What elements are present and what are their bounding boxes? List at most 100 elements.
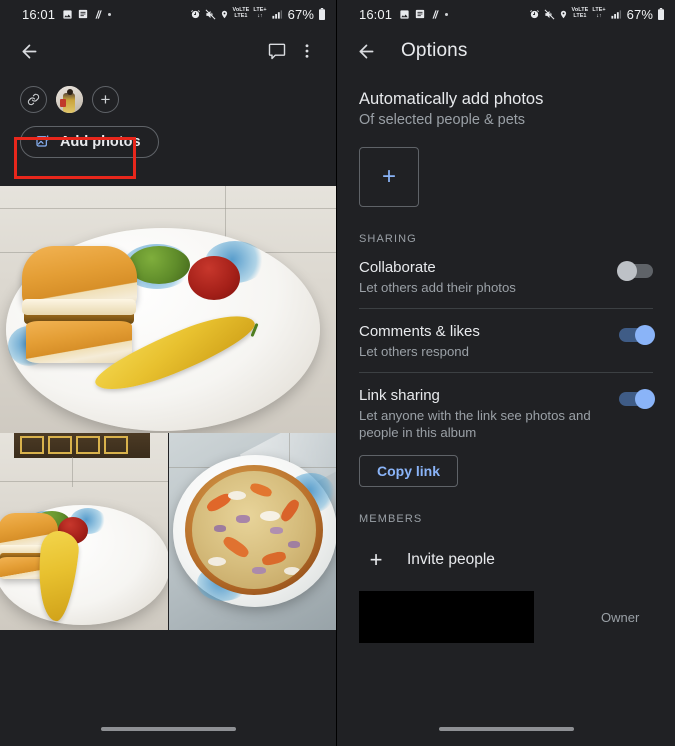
options-screen: 16:01 VoLTE LTE1 LTE+ ↓↑ 67% Options Aut… [337, 0, 675, 746]
collaborate-toggle[interactable] [617, 261, 653, 281]
battery-percent: 67% [287, 6, 314, 22]
status-left-icons [399, 9, 449, 20]
tile-line [72, 457, 73, 487]
pizza-topping [192, 471, 316, 589]
invite-people-row[interactable]: + Invite people [359, 525, 653, 591]
slash-icon [93, 9, 103, 20]
dot-icon [445, 12, 449, 16]
add-people-pets-button[interactable]: + [359, 147, 419, 207]
green-chutney [128, 246, 190, 284]
image-icon [399, 9, 410, 20]
add-photo-icon [35, 134, 51, 150]
network-arrows: ↓↑ [596, 13, 602, 19]
comment-icon[interactable] [262, 36, 292, 66]
photo-row [0, 433, 336, 630]
article-icon [415, 9, 425, 19]
tile-line [0, 208, 336, 209]
alarm-icon [529, 9, 540, 20]
comments-likes-title: Comments & likes [359, 323, 480, 340]
setting-row-link-sharing[interactable]: Link sharing Let anyone with the link se… [359, 373, 655, 453]
link-sharing-title: Link sharing [359, 387, 440, 404]
signal-bars-icon [610, 9, 622, 20]
network-indicator: VoLTE LTE1 [233, 8, 250, 19]
capsicum-piece [248, 481, 274, 499]
setting-row-collaborate[interactable]: Collaborate Let others add their photos [359, 245, 653, 308]
alarm-icon [190, 9, 201, 20]
signal-bars-icon [271, 9, 283, 20]
cabinet-panel [104, 436, 128, 454]
pav-bun-middle [22, 299, 136, 315]
setting-row-comments-likes[interactable]: Comments & likes Let others respond [359, 309, 655, 372]
network-line2: LTE1 [573, 13, 587, 19]
members-section-label: MEMBERS [359, 513, 423, 525]
link-sharing-toggle[interactable] [619, 389, 655, 409]
photo-vada-pav-large[interactable] [0, 186, 336, 433]
more-vert-icon[interactable] [292, 36, 322, 66]
page-title: Options [401, 40, 468, 61]
collaborate-title: Collaborate [359, 259, 436, 276]
nav-bar-left [0, 712, 336, 746]
photo-vada-pav-small[interactable] [0, 433, 168, 630]
onion-piece [236, 515, 250, 523]
avatar-bag [60, 99, 66, 107]
image-icon [62, 9, 73, 20]
collaborate-text: Collaborate Let others add their photos [359, 259, 619, 296]
album-screen: 16:01 VoLTE LTE1 LTE+ ↓↑ 67% + Add photo… [0, 0, 337, 746]
photo-pizza-small[interactable] [169, 433, 336, 630]
network-carrier: LTE+ ↓↑ [592, 8, 605, 19]
comments-likes-toggle[interactable] [619, 325, 655, 345]
nav-bar-right [337, 712, 675, 746]
status-right-icons: VoLTE LTE1 LTE+ ↓↑ 67% [529, 7, 665, 22]
auto-add-section: Automatically add photos Of selected peo… [337, 90, 675, 245]
mute-icon [205, 9, 216, 20]
photo-scene [0, 186, 336, 433]
status-right-icons: VoLTE LTE1 LTE+ ↓↑ 67% [190, 7, 326, 22]
capsicum-piece [221, 534, 251, 560]
cabinet-panel [76, 436, 100, 454]
invite-people-label: Invite people [407, 551, 495, 568]
status-time: 16:01 [22, 6, 56, 22]
sharing-settings-group: Collaborate Let others add their photos … [337, 245, 675, 501]
link-icon[interactable] [20, 86, 47, 113]
photo-grid [0, 186, 336, 630]
member-row[interactable]: Owner [359, 591, 653, 643]
comments-likes-subtitle: Let others respond [359, 344, 469, 359]
add-photos-wrap: Add photos [0, 113, 336, 158]
onion-piece [252, 567, 266, 574]
toggle-knob [635, 389, 655, 409]
tile-line [0, 481, 168, 482]
onion-piece [270, 527, 283, 534]
home-indicator[interactable] [100, 727, 236, 731]
capsicum-piece [260, 550, 288, 567]
plus-icon: + [369, 547, 383, 572]
link-sharing-subtitle: Let anyone with the link see photos and … [359, 408, 591, 440]
add-member-button[interactable]: + [92, 86, 119, 113]
location-icon [220, 9, 229, 20]
back-arrow-icon[interactable] [351, 36, 381, 66]
add-photos-label: Add photos [60, 134, 141, 150]
back-arrow-icon[interactable] [14, 36, 44, 66]
battery-icon [318, 8, 326, 20]
album-app-bar [0, 28, 336, 74]
location-icon [559, 9, 568, 20]
status-bar-right: 16:01 VoLTE LTE1 LTE+ ↓↑ 67% [337, 0, 675, 28]
copy-link-button[interactable]: Copy link [359, 455, 459, 487]
toggle-knob [617, 261, 637, 281]
home-indicator[interactable] [438, 727, 574, 731]
sharing-section-label: SHARING [359, 233, 417, 245]
status-bar-left: 16:01 VoLTE LTE1 LTE+ ↓↑ 67% [0, 0, 336, 28]
avatar[interactable] [56, 86, 83, 113]
cabinet-panel [48, 436, 72, 454]
status-left-icons [62, 9, 112, 20]
add-photos-button[interactable]: Add photos [20, 126, 159, 158]
onion-piece [214, 525, 226, 532]
network-arrows: ↓↑ [257, 13, 263, 19]
status-time: 16:01 [359, 6, 393, 22]
battery-percent: 67% [626, 6, 653, 22]
network-carrier: LTE+ ↓↑ [253, 8, 266, 19]
ketchup [188, 256, 240, 300]
avatar-head [67, 89, 73, 95]
onion-piece [288, 541, 300, 548]
network-indicator: VoLTE LTE1 [572, 8, 589, 19]
auto-add-subtitle: Of selected people & pets [359, 112, 526, 128]
